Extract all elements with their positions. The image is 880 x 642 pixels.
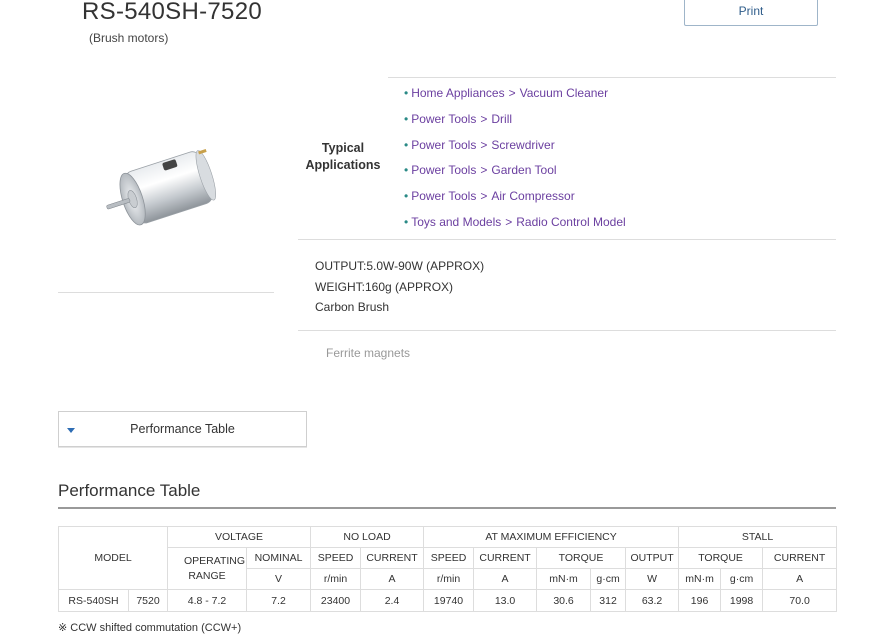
application-link[interactable]: Air Compressor — [491, 189, 574, 203]
th-at-max-efficiency: AT MAXIMUM EFFICIENCY — [423, 526, 680, 548]
category-link[interactable]: Power Tools — [411, 163, 476, 177]
th-stall: STALL — [678, 526, 838, 548]
th-nl-current: CURRENT — [360, 547, 425, 569]
unit-me-torque-mn: mN·m — [536, 568, 592, 590]
commutation-note: ※ CCW shifted commutation (CCW+) — [58, 622, 242, 634]
th-me-speed: SPEED — [423, 547, 475, 569]
performance-heading-rule — [58, 507, 836, 509]
specs-block: OUTPUT:5.0W-90W (APPROX) WEIGHT:160g (AP… — [315, 256, 484, 318]
product-title: RS-540SH-7520 — [82, 0, 262, 25]
th-st-current: CURRENT — [762, 547, 838, 569]
cell-model: RS-540SH — [58, 589, 129, 612]
image-divider — [58, 292, 274, 293]
cell-operating-range: 4.8 - 7.2 — [167, 589, 247, 612]
application-link[interactable]: Vacuum Cleaner — [520, 86, 609, 100]
unit-me-torque-g: g·cm — [590, 568, 627, 590]
application-link[interactable]: Radio Control Model — [516, 215, 625, 229]
category-link[interactable]: Power Tools — [411, 189, 476, 203]
th-st-torque: TORQUE — [678, 547, 764, 569]
unit-st-current: A — [762, 568, 838, 590]
cell-variant: 7520 — [128, 589, 168, 612]
print-button-label: Print — [738, 4, 764, 18]
spec-weight: WEIGHT:160g (APPROX) — [315, 279, 454, 294]
application-item[interactable]: • Toys and Models > Radio Control Model — [404, 213, 626, 239]
cell-nl-current: 2.4 — [360, 589, 425, 612]
th-model: MODEL — [58, 526, 168, 590]
cell-st-torque-mn: 196 — [678, 589, 722, 612]
application-link[interactable]: Garden Tool — [491, 163, 556, 177]
application-item[interactable]: • Home Appliances > Vacuum Cleaner — [404, 84, 626, 110]
category-link[interactable]: Home Appliances — [411, 86, 504, 100]
applications-list: • Home Appliances > Vacuum Cleaner • Power T… — [404, 84, 626, 239]
performance-tab-label: Performance Table — [130, 422, 235, 436]
performance-heading: Performance Table — [58, 481, 201, 500]
cell-nl-speed: 23400 — [310, 589, 362, 612]
spec-magnets: Ferrite magnets — [326, 346, 411, 360]
applications-top-divider — [388, 77, 836, 78]
cell-me-torque-g: 312 — [590, 589, 627, 612]
th-me-current: CURRENT — [473, 547, 538, 569]
specs-divider-bottom — [298, 330, 836, 331]
unit-me-output: W — [625, 568, 680, 590]
unit-nl-current: A — [360, 568, 425, 590]
application-item[interactable]: • Power Tools > Drill — [404, 110, 626, 136]
application-item[interactable]: • Power Tools > Screwdriver — [404, 136, 626, 162]
specs-divider-top — [298, 239, 836, 240]
cell-nominal: 7.2 — [245, 589, 312, 612]
cell-me-current: 13.0 — [473, 589, 538, 612]
typical-applications-label: Typical Applications — [305, 141, 381, 172]
motor-image — [106, 149, 216, 226]
th-me-output: OUTPUT — [625, 547, 680, 569]
cell-me-output: 63.2 — [625, 589, 680, 612]
unit-nl-speed: r/min — [310, 568, 362, 590]
th-no-load: NO LOAD — [310, 526, 425, 548]
application-link[interactable]: Screwdriver — [491, 138, 554, 152]
th-nominal: NOMINAL — [245, 547, 312, 569]
unit-me-current: A — [473, 568, 538, 590]
performance-table: MODEL VOLTAGE NO LOAD AT MAXIMUM EFFICIE… — [58, 526, 838, 612]
cell-me-speed: 19740 — [423, 589, 475, 612]
spec-output: OUTPUT:5.0W-90W (APPROX) — [315, 259, 485, 273]
th-me-torque: TORQUE — [536, 547, 627, 569]
application-link[interactable]: Drill — [491, 112, 512, 126]
unit-me-speed: r/min — [423, 568, 475, 590]
unit-nominal: V — [245, 568, 312, 590]
print-button[interactable]: Print — [684, 0, 818, 26]
category-link[interactable]: Power Tools — [411, 112, 476, 126]
category-link[interactable]: Power Tools — [411, 138, 476, 152]
unit-st-torque-mn: mN·m — [678, 568, 722, 590]
th-operating-range: OPERATING RANGE — [167, 547, 247, 590]
application-item[interactable]: • Power Tools > Air Compressor — [404, 187, 626, 213]
th-voltage: VOLTAGE — [166, 526, 312, 548]
th-nl-speed: SPEED — [310, 547, 362, 569]
table-row: RS-540SH 7520 4.8 - 7.2 7.2 23400 2.4 19… — [58, 589, 838, 612]
application-item[interactable]: • Power Tools > Garden Tool — [404, 161, 626, 187]
cell-st-torque-g: 1998 — [720, 589, 764, 612]
cell-me-torque-mn: 30.6 — [536, 589, 592, 612]
category-link[interactable]: Toys and Models — [411, 215, 501, 229]
spec-brush: Carbon Brush — [315, 300, 390, 314]
product-subtitle: (Brush motors) — [89, 31, 169, 45]
performance-table-tab[interactable]: Performance Table — [58, 411, 307, 447]
cell-st-current: 70.0 — [762, 589, 838, 612]
unit-st-torque-g: g·cm — [720, 568, 764, 590]
